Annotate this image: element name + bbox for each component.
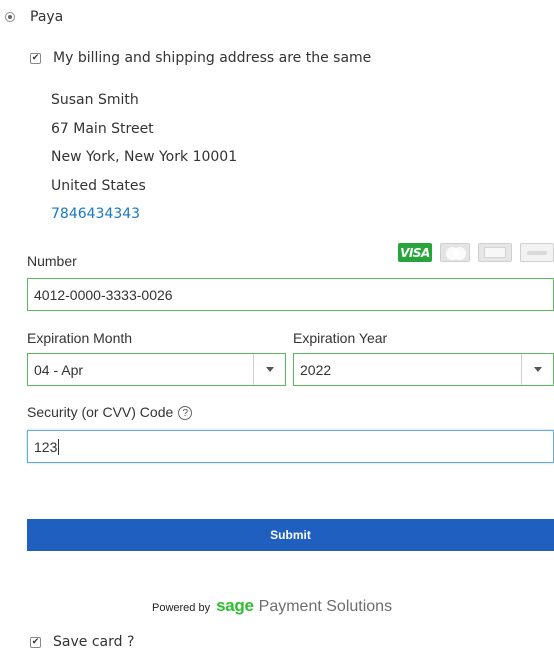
- radio-selected-dot: [8, 15, 12, 19]
- visa-icon: VISA: [398, 243, 432, 262]
- card-number-input[interactable]: 4012-0000-3333-0026: [27, 278, 554, 311]
- exp-year-value: 2022: [300, 361, 332, 378]
- chevron-down-icon: [533, 367, 542, 372]
- powered-by-suffix: Payment Solutions: [258, 598, 393, 615]
- billing-same-checkbox[interactable]: ✔: [30, 52, 41, 64]
- billing-address: Susan Smith 67 Main Street New York, New…: [51, 86, 237, 229]
- cvv-input[interactable]: 123: [27, 430, 554, 463]
- text-cursor: [58, 438, 60, 455]
- sage-logo: sage: [216, 596, 254, 615]
- discover-icon: [520, 243, 554, 262]
- payment-method-label: Paya: [30, 9, 64, 25]
- chevron-down-icon: [265, 367, 274, 372]
- help-icon[interactable]: ?: [178, 406, 193, 421]
- address-city-state-zip: New York, New York 10001: [51, 149, 238, 165]
- powered-by-prefix: Powered by: [152, 602, 211, 614]
- cvv-label: Security (or CVV) Code: [27, 404, 174, 420]
- cvv-value: 123: [34, 438, 58, 455]
- payment-method-radio[interactable]: [5, 12, 15, 22]
- submit-button[interactable]: Submit: [27, 519, 554, 551]
- address-name: Susan Smith: [51, 92, 139, 108]
- billing-same-label: My billing and shipping address are the …: [53, 50, 372, 66]
- save-card-checkbox[interactable]: ✔: [30, 636, 41, 648]
- billing-same-row[interactable]: ✔ My billing and shipping address are th…: [30, 50, 371, 66]
- payment-method-paya[interactable]: Paya: [5, 8, 63, 26]
- exp-year-select[interactable]: 2022: [293, 353, 554, 386]
- mastercard-icon: [440, 243, 470, 262]
- exp-month-label: Expiration Month: [27, 330, 133, 346]
- exp-month-dropdown-arrow[interactable]: [253, 354, 285, 385]
- save-card-row[interactable]: ✔ Save card ?: [30, 634, 134, 650]
- amex-icon: [478, 243, 512, 262]
- address-street: 67 Main Street: [51, 120, 154, 137]
- cvv-label-row: Security (or CVV) Code?: [27, 404, 193, 421]
- exp-year-label: Expiration Year: [293, 330, 388, 346]
- address-phone-link[interactable]: 7846434343: [51, 200, 237, 229]
- exp-year-dropdown-arrow[interactable]: [521, 354, 553, 385]
- card-logos: VISA: [398, 243, 554, 262]
- powered-by: Powered by sage Payment Solutions: [152, 596, 392, 616]
- card-number-label: Number: [27, 253, 77, 269]
- address-country: United States: [51, 177, 146, 194]
- exp-month-select[interactable]: 04 - Apr: [27, 353, 286, 386]
- card-number-value: 4012-0000-3333-0026: [34, 286, 173, 303]
- save-card-label: Save card ?: [53, 634, 135, 650]
- exp-month-value: 04 - Apr: [34, 361, 84, 378]
